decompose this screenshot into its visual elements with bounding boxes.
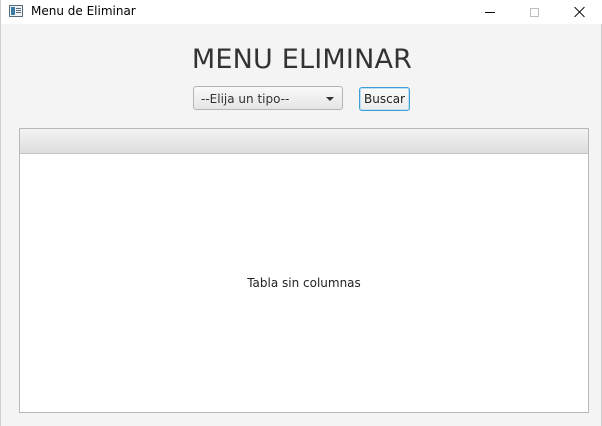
app-window: Menu de Eliminar MENU ELIMINAR --Elija u… [0, 0, 602, 426]
window-title: Menu de Eliminar [31, 4, 136, 18]
table-header [20, 129, 588, 154]
close-button[interactable] [557, 0, 602, 24]
minimize-button[interactable] [467, 0, 512, 24]
page-title: MENU ELIMINAR [191, 44, 413, 75]
table-empty-message: Tabla sin columnas [247, 276, 361, 290]
title-bar[interactable]: Menu de Eliminar [1, 0, 602, 24]
results-table[interactable]: Tabla sin columnas [19, 128, 589, 413]
app-window-icon [9, 5, 23, 17]
maximize-button[interactable] [512, 0, 557, 24]
type-select[interactable]: --Elija un tipo-- [193, 86, 343, 110]
close-icon [574, 6, 586, 18]
search-button[interactable]: Buscar [359, 87, 410, 111]
type-select-value: --Elija un tipo-- [201, 92, 290, 106]
minimize-icon [484, 11, 495, 13]
chevron-down-icon [326, 97, 334, 101]
maximize-icon [530, 7, 539, 17]
